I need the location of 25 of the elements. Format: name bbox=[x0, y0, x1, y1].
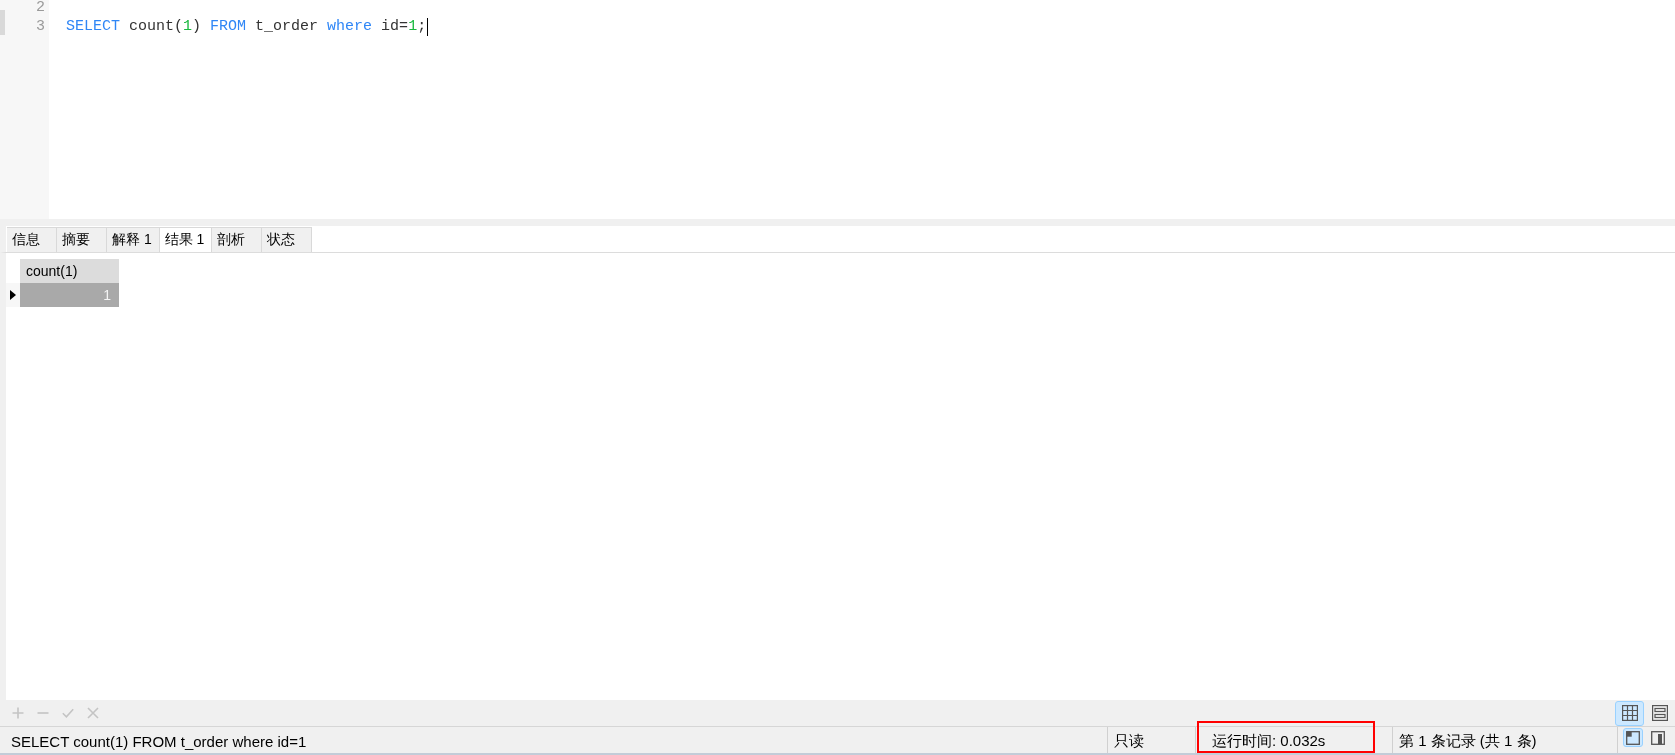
table-cell: 1 bbox=[20, 283, 119, 307]
result-tab[interactable]: 剖析 bbox=[212, 227, 263, 252]
window-view-button[interactable] bbox=[1623, 728, 1643, 747]
result-tab[interactable]: 结果 1 bbox=[159, 227, 213, 252]
highlighted-status-text: 运行时间: 0.032s bbox=[1197, 721, 1375, 753]
list-icon bbox=[1652, 705, 1668, 721]
status-text: 只读 bbox=[1113, 730, 1144, 751]
result-tab[interactable]: 解释 1 bbox=[107, 227, 160, 252]
line-number: 3 bbox=[36, 17, 45, 36]
panel-icon bbox=[1651, 730, 1665, 745]
close-icon bbox=[86, 707, 99, 719]
status-query-text: SELECT count(1) FROM t_order where id=1 bbox=[10, 731, 308, 752]
line-number: 2 bbox=[36, 0, 45, 17]
code-line: SELECT count(1) FROM t_order where id=1; bbox=[66, 17, 427, 36]
check-icon bbox=[61, 707, 74, 719]
plus-icon bbox=[11, 707, 24, 719]
window-icon bbox=[1626, 730, 1640, 745]
result-tab[interactable]: 摘要 bbox=[57, 227, 107, 252]
grid-view-button[interactable] bbox=[1615, 700, 1644, 726]
column-header[interactable]: count(1) bbox=[20, 259, 119, 283]
result-tab[interactable]: 信息 bbox=[7, 227, 57, 252]
status-text: 第 1 条记录 (共 1 条) bbox=[1398, 730, 1537, 751]
panel-view-button[interactable] bbox=[1648, 728, 1668, 747]
result-tab[interactable]: 状态 bbox=[262, 227, 313, 252]
grid-icon bbox=[1621, 705, 1638, 721]
